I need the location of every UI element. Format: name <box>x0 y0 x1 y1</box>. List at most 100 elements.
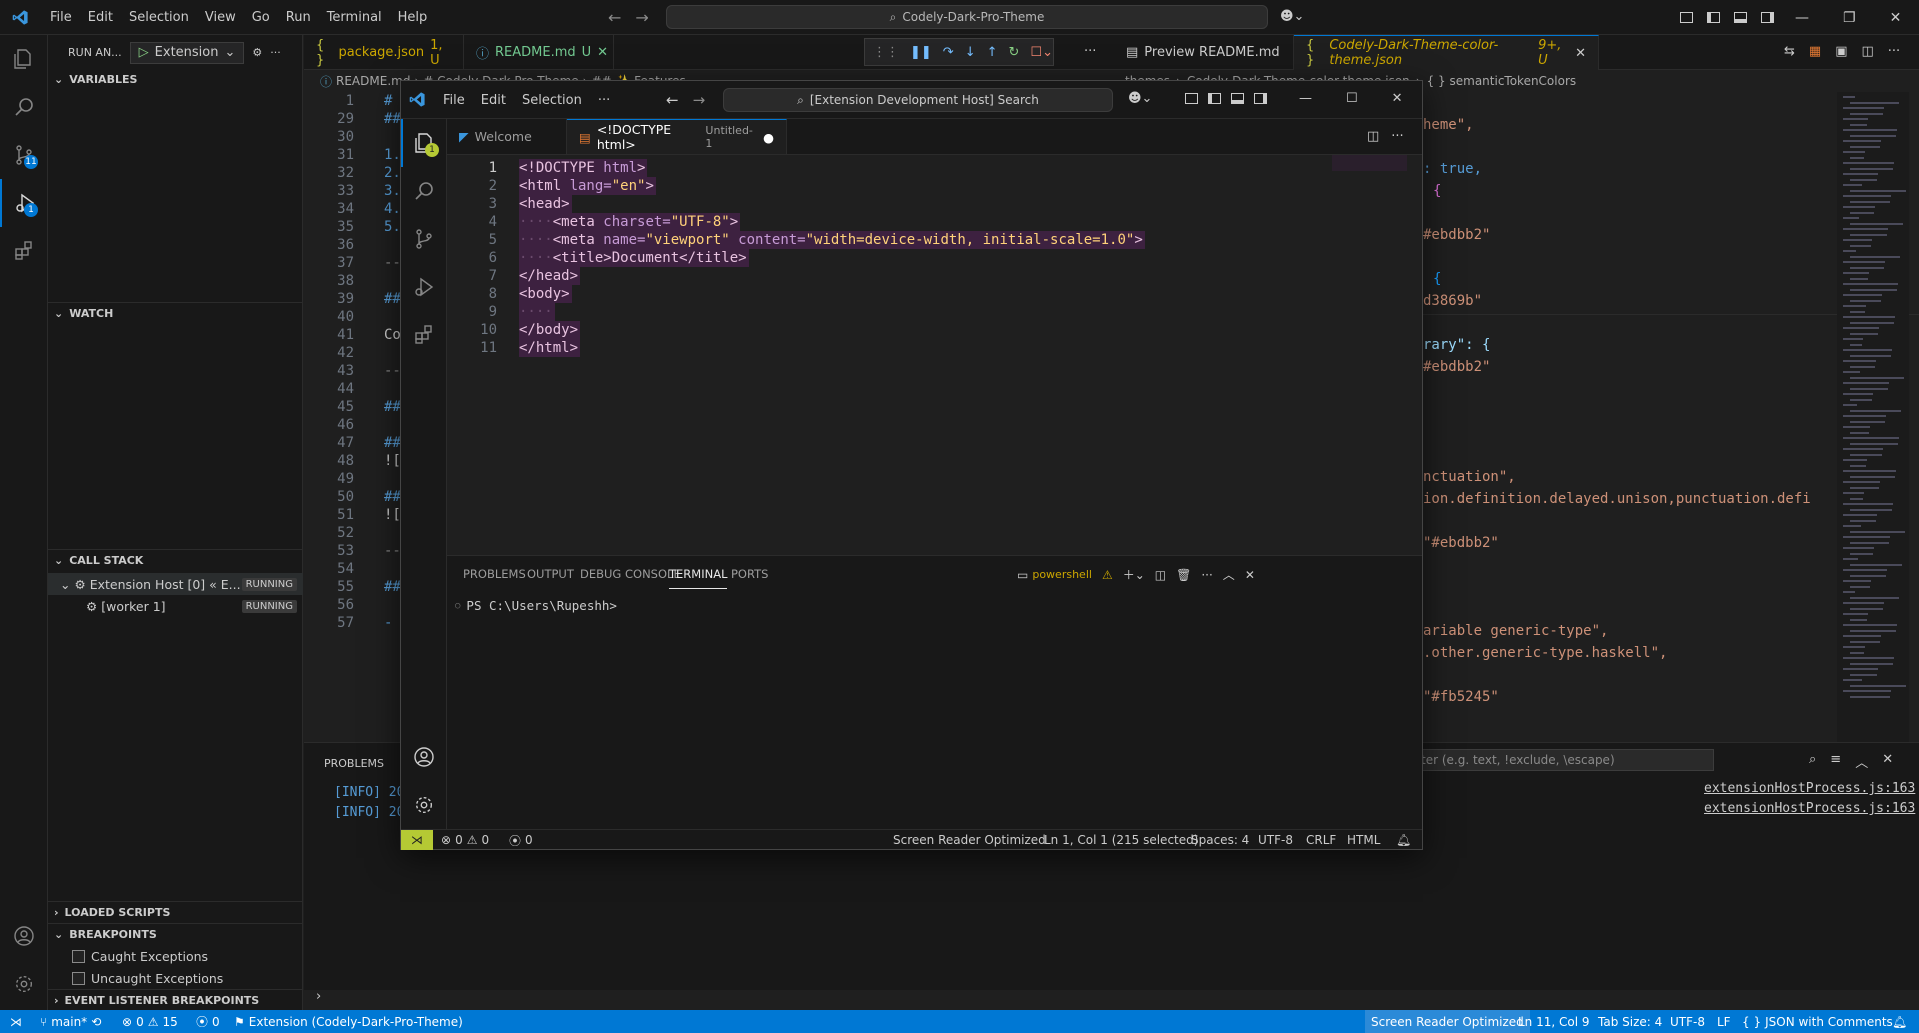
tab-untitled-html[interactable]: ▤ <!DOCTYPE html> Untitled-1 ● <box>567 119 787 154</box>
gear-icon[interactable] <box>401 781 447 829</box>
unsaved-dot-icon[interactable]: ● <box>763 130 774 145</box>
close-icon[interactable]: ✕ <box>597 45 608 60</box>
ext-command-center-search[interactable]: ⌕ [Extension Development Host] Search <box>723 88 1113 112</box>
screen-reader-status[interactable]: Screen Reader Optimized <box>1365 1010 1530 1033</box>
toggle-secondary-sidebar-icon[interactable] <box>1254 93 1267 104</box>
command-center-search[interactable]: ⌕ Codely-Dark-Pro-Theme <box>666 5 1268 29</box>
split-editor-icon[interactable]: ◫ <box>1367 129 1379 144</box>
back-arrow-icon[interactable]: ← <box>608 8 621 27</box>
account-icon[interactable] <box>0 912 48 960</box>
panel-tab-output[interactable]: OUTPUT <box>527 556 574 592</box>
tab-color-theme-json[interactable]: { } Codely-Dark-Theme-color-theme.json 9… <box>1294 35 1599 70</box>
extensions-icon[interactable] <box>401 311 447 359</box>
preview-side-icon[interactable]: ▦ <box>1809 44 1821 59</box>
close-icon[interactable]: ✕ <box>1392 91 1403 106</box>
toggle-secondary-sidebar-icon[interactable] <box>1761 12 1774 23</box>
menu-help[interactable]: Help <box>390 10 436 25</box>
account-icon[interactable] <box>401 733 447 781</box>
launch-status[interactable]: ⚑ Extension (Codely-Dark-Pro-Theme) <box>234 1010 463 1033</box>
spaces-setting[interactable]: Spaces: 4 <box>1191 830 1249 850</box>
forward-arrow-icon[interactable]: → <box>693 91 706 109</box>
menu-more-icon[interactable]: ··· <box>590 93 618 108</box>
menu-go[interactable]: Go <box>244 10 278 25</box>
menu-selection[interactable]: Selection <box>121 10 197 25</box>
bell-icon[interactable]: 🔔︎ <box>1396 830 1411 850</box>
call-stack-item[interactable]: ⌄ ⚙ Extension Host [0] « E... RUNNING <box>48 573 303 595</box>
restore-icon[interactable]: ❐ <box>1843 10 1856 26</box>
tab-preview-readme[interactable]: ▤ Preview README.md <box>1114 35 1294 70</box>
chevron-right-icon[interactable]: › <box>316 989 321 1004</box>
call-stack-section-header[interactable]: ⌄ CALL STACK <box>48 549 303 571</box>
menu-file[interactable]: File <box>435 93 473 108</box>
more-actions-icon[interactable]: ··· <box>1201 568 1212 582</box>
panel-tab-ports[interactable]: PORTS <box>731 556 768 592</box>
branch-status[interactable]: ⑂ main* ⟲ <box>40 1010 101 1033</box>
gear-icon[interactable] <box>0 960 48 1008</box>
minimap[interactable] <box>1837 92 1909 742</box>
close-icon[interactable]: ✕ <box>1890 10 1902 26</box>
forward-arrow-icon[interactable]: → <box>635 8 648 27</box>
customize-layout-icon[interactable] <box>1680 12 1693 23</box>
toggle-sidebar-icon[interactable] <box>1707 12 1720 23</box>
menu-run[interactable]: Run <box>278 10 319 25</box>
run-debug-icon[interactable] <box>401 263 447 311</box>
menu-edit[interactable]: Edit <box>80 10 121 25</box>
menu-view[interactable]: View <box>197 10 244 25</box>
ext-code-editor[interactable]: 1 <!DOCTYPE html > 2 <html lang= "en" > 3 <head>… <box>447 155 1422 555</box>
search-icon[interactable]: ⌕ <box>1809 752 1816 771</box>
breakpoints-section-header[interactable]: ⌄ BREAKPOINTS <box>48 923 303 945</box>
trash-icon[interactable]: 🗑︎ <box>1176 568 1191 582</box>
language-mode[interactable]: { } JSON with Comments <box>1742 1010 1893 1033</box>
more-actions-icon[interactable]: ··· <box>270 46 281 59</box>
variables-section-header[interactable]: ⌄ VARIABLES <box>48 68 303 90</box>
tab-readme[interactable]: ⓘ README.md U ✕ <box>464 35 614 70</box>
copilot-icon[interactable]: ☻⌄ <box>1128 91 1152 106</box>
panel-tab-debug-console[interactable]: DEBUG CONSOLE <box>580 556 681 592</box>
event-listener-section-header[interactable]: › EVENT LISTENER BREAKPOINTS <box>48 989 303 1011</box>
menu-edit[interactable]: Edit <box>473 93 514 108</box>
problems-status[interactable]: ⊗ 0 ⚠ 0 <box>441 830 489 850</box>
breakpoint-caught-exceptions[interactable]: Caught Exceptions <box>48 945 303 967</box>
extensions-icon[interactable] <box>0 227 48 275</box>
stop-icon[interactable]: ☐⌄ <box>1030 45 1053 60</box>
gear-icon[interactable]: ⚙ <box>252 46 262 59</box>
problems-status[interactable]: ⊗ 0 ⚠ 15 <box>122 1010 178 1033</box>
eol[interactable]: LF <box>1717 1010 1731 1033</box>
close-icon[interactable]: ✕ <box>1882 752 1893 771</box>
chevron-up-icon[interactable]: ︿ <box>1223 566 1235 583</box>
loaded-scripts-section-header[interactable]: › LOADED SCRIPTS <box>48 901 303 923</box>
split-editor-icon[interactable]: ◫ <box>1862 44 1874 59</box>
encoding[interactable]: UTF-8 <box>1670 1010 1705 1033</box>
terminal-output[interactable]: ○ PS C:\Users\Rupeshh> <box>455 598 617 613</box>
panel-tab-problems[interactable]: PROBLEMS <box>463 556 526 592</box>
run-debug-icon[interactable]: 1 <box>0 179 48 227</box>
back-arrow-icon[interactable]: ← <box>666 91 679 109</box>
split-terminal-icon[interactable]: ◫ <box>1155 568 1166 582</box>
add-terminal-icon[interactable]: ＋⌄ <box>1123 566 1145 583</box>
toggle-sidebar-icon[interactable] <box>1208 93 1221 104</box>
open-preview-icon[interactable]: ▣ <box>1835 44 1847 59</box>
search-icon[interactable] <box>0 83 48 131</box>
checkbox[interactable] <box>72 949 85 963</box>
cursor-position[interactable]: Ln 11, Col 9 <box>1518 1010 1590 1033</box>
menu-file[interactable]: File <box>42 10 80 25</box>
menu-terminal[interactable]: Terminal <box>319 10 390 25</box>
compare-icon[interactable]: ⇆ <box>1784 44 1795 59</box>
tab-size[interactable]: Tab Size: 4 <box>1598 1010 1662 1033</box>
remote-icon[interactable]: ⋊ <box>401 830 433 850</box>
call-stack-item[interactable]: ⚙ [worker 1] RUNNING <box>48 595 303 617</box>
log-link[interactable]: extensionHostProcess.js:163 <box>1704 801 1915 816</box>
watch-section-header[interactable]: ⌄ WATCH <box>48 302 303 324</box>
maximize-icon[interactable]: ☐ <box>1346 91 1358 106</box>
step-into-icon[interactable]: ↓ <box>965 45 976 60</box>
chevron-up-icon[interactable]: ︿ <box>1855 752 1868 771</box>
bell-icon[interactable]: 🔔︎ <box>1892 1010 1907 1033</box>
checkbox[interactable] <box>72 971 85 985</box>
close-icon[interactable]: ✕ <box>1245 568 1255 582</box>
panel-tab-problems[interactable]: PROBLEMS <box>324 757 384 770</box>
explorer-icon[interactable] <box>0 35 48 83</box>
step-over-icon[interactable]: ↷ <box>943 45 954 60</box>
more-actions-icon[interactable]: ··· <box>1391 129 1403 144</box>
eol[interactable]: CRLF <box>1306 830 1336 850</box>
launch-config-select[interactable]: ▷ Extension ⌄ <box>129 41 245 64</box>
